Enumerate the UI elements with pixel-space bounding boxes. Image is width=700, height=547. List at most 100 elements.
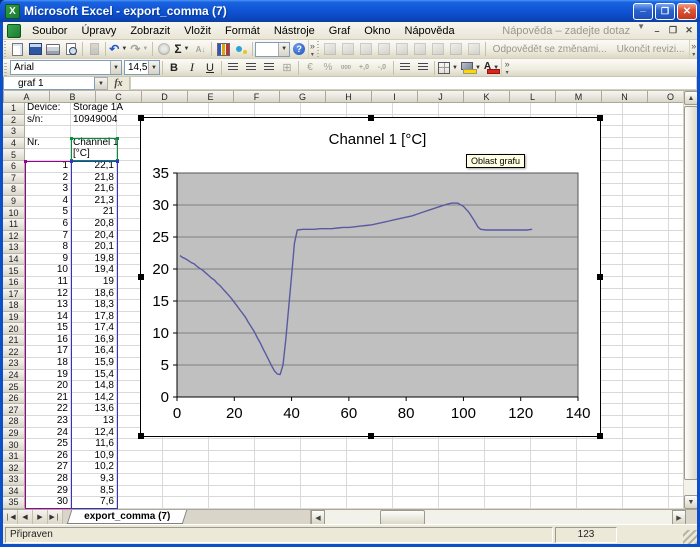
cell[interactable] — [623, 381, 669, 393]
cell[interactable] — [623, 231, 669, 243]
cell[interactable]: 1 — [25, 161, 71, 173]
menu-item[interactable]: Graf — [322, 22, 357, 39]
italic-button[interactable] — [183, 59, 201, 76]
cell[interactable] — [669, 346, 683, 358]
cell[interactable] — [439, 439, 485, 451]
cell[interactable]: Device: — [25, 103, 71, 115]
cell[interactable] — [669, 149, 683, 161]
row-header[interactable]: 24 — [3, 370, 25, 382]
row-header[interactable]: 31 — [3, 451, 25, 463]
cell[interactable] — [623, 428, 669, 440]
cell[interactable] — [485, 451, 531, 463]
cell[interactable] — [669, 358, 683, 370]
horizontal-scroll-thumb[interactable] — [380, 510, 425, 525]
cell[interactable]: 20,8 — [71, 219, 117, 231]
cell[interactable]: 23 — [25, 416, 71, 428]
question-box-dropdown-icon[interactable]: ▼ — [633, 22, 649, 39]
cell[interactable] — [623, 103, 669, 115]
cell[interactable] — [531, 497, 577, 509]
cell[interactable] — [669, 138, 683, 150]
cell[interactable] — [623, 393, 669, 405]
cell[interactable] — [209, 451, 255, 463]
column-header[interactable]: D — [142, 91, 188, 102]
cell[interactable] — [163, 439, 209, 451]
cell[interactable] — [439, 451, 485, 463]
show-all-comments-icon[interactable] — [393, 41, 411, 58]
cell[interactable] — [347, 462, 393, 474]
cell[interactable] — [623, 173, 669, 185]
close-workbook-button[interactable] — [681, 22, 697, 39]
borders-button[interactable]: ▼ — [437, 59, 460, 76]
chart-selection-handle[interactable] — [138, 274, 144, 280]
cell[interactable] — [623, 242, 669, 254]
chart-selection-handle[interactable] — [597, 115, 603, 121]
toolbar-grip[interactable] — [3, 59, 8, 76]
font-size-combobox[interactable]: 14,5 — [124, 60, 160, 75]
cell[interactable]: 11 — [25, 277, 71, 289]
cell[interactable]: 19 — [71, 277, 117, 289]
toolbar-options-chevron[interactable] — [501, 59, 512, 76]
cell[interactable] — [393, 486, 439, 498]
sheet-tab-active[interactable]: export_comma (7) — [67, 510, 188, 524]
cell[interactable] — [301, 462, 347, 474]
cell[interactable]: Nr. — [25, 138, 71, 150]
row-header[interactable]: 10 — [3, 207, 25, 219]
column-header[interactable]: I — [372, 91, 418, 102]
cell[interactable] — [439, 462, 485, 474]
cell[interactable] — [669, 254, 683, 266]
row-header[interactable]: 3 — [3, 126, 25, 138]
align-center-button[interactable] — [242, 59, 260, 76]
formula-input[interactable] — [130, 77, 697, 90]
cell[interactable] — [669, 474, 683, 486]
cell[interactable] — [301, 439, 347, 451]
format-painter-button[interactable] — [85, 41, 103, 58]
row-header[interactable]: 28 — [3, 416, 25, 428]
row-header[interactable]: 23 — [3, 358, 25, 370]
column-header[interactable]: N — [602, 91, 648, 102]
cell[interactable] — [577, 439, 623, 451]
cell[interactable] — [347, 103, 393, 115]
cell[interactable] — [623, 462, 669, 474]
cell[interactable] — [531, 103, 577, 115]
cell[interactable]: 9,3 — [71, 474, 117, 486]
cell[interactable] — [623, 115, 669, 127]
cell[interactable] — [255, 439, 301, 451]
cell[interactable] — [623, 346, 669, 358]
cell[interactable] — [301, 451, 347, 463]
column-header[interactable]: L — [510, 91, 556, 102]
column-header[interactable]: F — [234, 91, 280, 102]
font-name-combobox[interactable]: Arial — [10, 60, 122, 75]
cell[interactable] — [301, 103, 347, 115]
cell[interactable] — [577, 497, 623, 509]
cell[interactable] — [669, 497, 683, 509]
help-question-box[interactable]: Nápověda – zadejte dotaz — [502, 22, 633, 39]
create-task-icon[interactable] — [429, 41, 447, 58]
zoom-combobox[interactable] — [255, 42, 290, 57]
cell[interactable]: 21,6 — [71, 184, 117, 196]
resize-grip[interactable] — [683, 530, 697, 544]
row-header[interactable]: 15 — [3, 265, 25, 277]
row-header[interactable]: 9 — [3, 196, 25, 208]
cell[interactable] — [439, 497, 485, 509]
cell[interactable] — [623, 184, 669, 196]
row-header[interactable]: 13 — [3, 242, 25, 254]
cell[interactable] — [347, 474, 393, 486]
cell[interactable] — [117, 462, 163, 474]
scroll-up-icon[interactable] — [684, 91, 697, 105]
row-header[interactable]: 7 — [3, 173, 25, 185]
cell[interactable]: 15,9 — [71, 358, 117, 370]
scroll-right-icon[interactable]: ▶ — [672, 510, 686, 525]
cell[interactable]: 6 — [25, 219, 71, 231]
cell[interactable] — [669, 404, 683, 416]
cell[interactable] — [623, 497, 669, 509]
cell[interactable] — [255, 462, 301, 474]
cell[interactable]: s/n: — [25, 115, 71, 127]
previous-comment-icon[interactable] — [339, 41, 357, 58]
column-header[interactable]: C — [96, 91, 142, 102]
row-header[interactable]: 4 — [3, 138, 25, 150]
cell[interactable] — [531, 439, 577, 451]
row-header[interactable]: 30 — [3, 439, 25, 451]
cell[interactable] — [577, 103, 623, 115]
cell[interactable]: 13 — [71, 416, 117, 428]
cell[interactable] — [393, 474, 439, 486]
